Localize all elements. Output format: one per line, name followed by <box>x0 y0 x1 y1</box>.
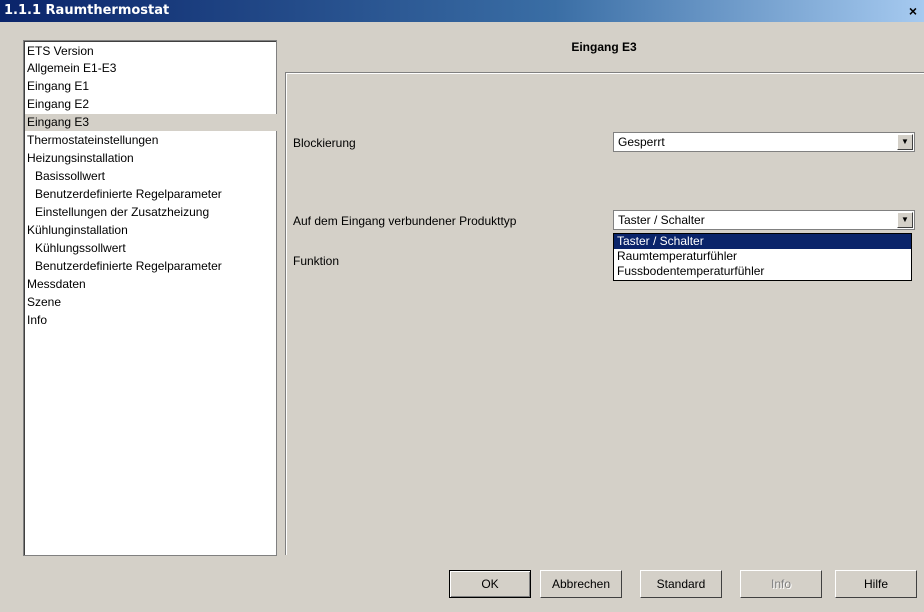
title-bar: 1.1.1 Raumthermostat × <box>0 0 924 22</box>
tree-item-szene[interactable]: Szene <box>27 294 61 311</box>
tree-item-allgemein[interactable]: Allgemein E1-E3 <box>27 60 116 77</box>
close-icon[interactable]: × <box>904 2 922 20</box>
tree-item-regelparameter-heizung[interactable]: Benutzerdefinierte Regelparameter <box>35 186 222 203</box>
produkttyp-select[interactable]: Taster / Schalter ▼ <box>613 210 915 230</box>
ok-button[interactable]: OK <box>449 570 531 598</box>
tree-item-kuehlungssollwert[interactable]: Kühlungssollwert <box>35 240 126 257</box>
tree-item-info[interactable]: Info <box>27 312 47 329</box>
tree-item-messdaten[interactable]: Messdaten <box>27 276 86 293</box>
produkttyp-value: Taster / Schalter <box>618 213 705 227</box>
tree-item-heizungsinstallation[interactable]: Heizungsinstallation <box>27 150 134 167</box>
tree-item-eingang-e3[interactable]: Eingang E3 <box>25 114 277 131</box>
tree-item-basissollwert[interactable]: Basissollwert <box>35 168 105 185</box>
tree-item-eingang-e1[interactable]: Eingang E1 <box>27 78 89 95</box>
help-button[interactable]: Hilfe <box>835 570 917 598</box>
tree-item-regelparameter-kuehlung[interactable]: Benutzerdefinierte Regelparameter <box>35 258 222 275</box>
dropdown-option-raumtemperaturfuehler[interactable]: Raumtemperaturfühler <box>614 249 911 264</box>
standard-button[interactable]: Standard <box>640 570 722 598</box>
dropdown-option-taster[interactable]: Taster / Schalter <box>614 234 911 249</box>
tree-item-kuehlunginstallation[interactable]: Kühlunginstallation <box>27 222 128 239</box>
info-button: Info <box>740 570 822 598</box>
blockierung-label: Blockierung <box>293 136 356 150</box>
produkttyp-dropdown-list[interactable]: Taster / Schalter Raumtemperaturfühler F… <box>613 233 912 281</box>
blockierung-select[interactable]: Gesperrt ▼ <box>613 132 915 152</box>
tree-item-ets-version[interactable]: ETS Version <box>27 43 94 60</box>
cancel-button[interactable]: Abbrechen <box>540 570 622 598</box>
dropdown-option-fussbodentemperaturfuehler[interactable]: Fussbodentemperaturfühler <box>614 264 911 279</box>
tree-item-eingang-e2[interactable]: Eingang E2 <box>27 96 89 113</box>
window-title: 1.1.1 Raumthermostat <box>4 3 170 18</box>
produkttyp-label: Auf dem Eingang verbundener Produkttyp <box>293 214 517 228</box>
tree-item-thermostateinstellungen[interactable]: Thermostateinstellungen <box>27 132 158 149</box>
tree-item-zusatzheizung[interactable]: Einstellungen der Zusatzheizung <box>35 204 209 221</box>
blockierung-value: Gesperrt <box>618 135 665 149</box>
funktion-label: Funktion <box>293 254 340 268</box>
panel-title: Eingang E3 <box>571 40 637 54</box>
chevron-down-icon[interactable]: ▼ <box>897 212 913 228</box>
chevron-down-icon[interactable]: ▼ <box>897 134 913 150</box>
parameter-tree[interactable]: ETS Version Allgemein E1-E3 Eingang E1 E… <box>23 40 277 556</box>
